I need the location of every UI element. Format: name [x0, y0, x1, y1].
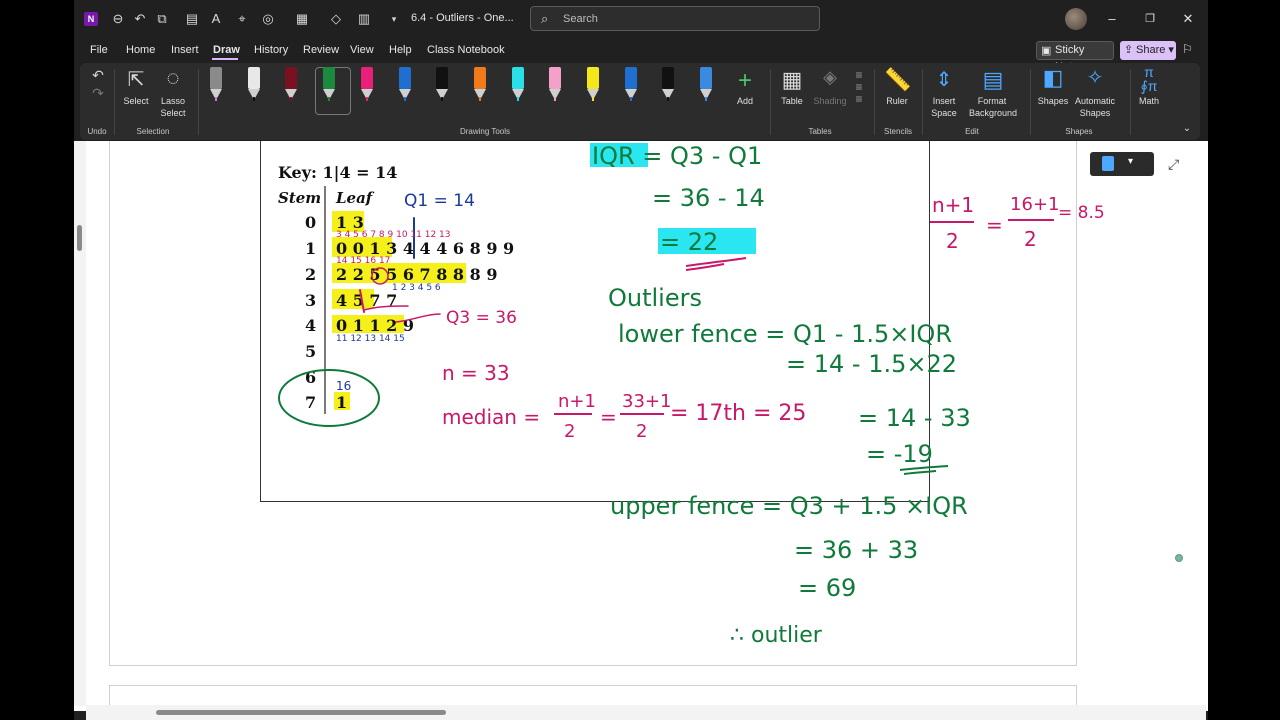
leaf-row-4: 0 1 1 2 9 — [336, 316, 414, 335]
stem-5: 5 — [305, 342, 316, 361]
leaf-row-7: 1 — [336, 393, 347, 412]
outliers-heading: Outliers — [608, 284, 702, 312]
onenote-window: N ⊖ ↶ ⧉ ▤ A ⌖ ◎ ▦ ◇ ▥ ▾ 6.4 - Outliers -… — [74, 0, 1208, 720]
pos-num-1: n+1 — [932, 193, 974, 217]
median-frac1-den: 2 — [564, 421, 575, 442]
svg-text:14 15 16 17: 14 15 16 17 — [336, 256, 390, 266]
lower-fence-result: = -19 — [866, 440, 933, 468]
upper-fence-step-2: = 36 + 33 — [794, 536, 918, 564]
pos-result: = 8.5 — [1058, 203, 1105, 223]
median-work: n = 33 median = n+1 2 = 33+1 2 = 17th = … — [442, 361, 806, 442]
n-value: n = 33 — [442, 361, 510, 385]
median-frac2-den: 2 — [636, 421, 647, 442]
svg-text:=: = — [986, 213, 1003, 237]
iqr-line-1: IQR = Q3 - Q1 — [592, 142, 762, 170]
lower-fence-line: lower fence = Q1 - 1.5×IQR — [618, 320, 952, 348]
median-label: median = — [442, 405, 540, 429]
pos-num-2: 16+1 — [1010, 194, 1059, 215]
therefore-outlier: ∴ outlier — [730, 623, 823, 648]
svg-text:3 4 5 6 7 8 9 10 11 12 13: 3 4 5 6 7 8 9 10 11 12 13 — [336, 230, 451, 240]
median-result: = 17th = 25 — [670, 401, 806, 426]
upper-fence-result: = 69 — [798, 574, 856, 602]
median-frac1-num: n+1 — [558, 391, 596, 412]
stem-3: 3 — [305, 291, 316, 310]
circled-16: 16 — [336, 379, 351, 393]
pos-den-1: 2 — [946, 229, 959, 253]
leaf-row-2: 2 2 5 5 6 7 8 8 8 9 — [336, 265, 497, 284]
stem-1: 1 — [305, 239, 316, 258]
stemplot-key: Key: 1|4 = 14 — [278, 163, 397, 182]
stem-4: 4 — [305, 316, 316, 335]
leaf-header: Leaf — [335, 189, 375, 207]
stem-header: Stem — [278, 189, 321, 207]
lower-fence-step-2: = 14 - 1.5×22 — [786, 350, 957, 378]
stem-7: 7 — [305, 393, 316, 412]
iqr-underline — [685, 257, 747, 271]
upper-fence-line: upper fence = Q3 + 1.5 ×IQR — [610, 492, 968, 520]
svg-text:1 2 3 4 5 6: 1 2 3 4 5 6 — [392, 283, 441, 293]
median-frac2-num: 33+1 — [622, 391, 671, 412]
stem-0: 0 — [305, 213, 316, 232]
outlier-work: Outliers lower fence = Q1 - 1.5×IQR = 14… — [608, 284, 971, 648]
svg-text:11 12 13 14 15: 11 12 13 14 15 — [336, 334, 405, 344]
ink-layer: Key: 1|4 = 14 Stem Leaf 0 1 3 1 0 0 1 3 … — [278, 142, 1105, 648]
iqr-line-3: = 22 — [660, 228, 718, 256]
q1-annotation: Q1 = 14 — [404, 191, 475, 211]
position-work: n+1 2 = 16+1 2 = 8.5 — [930, 193, 1105, 253]
lower-fence-step-3: = 14 - 33 — [858, 404, 971, 432]
svg-text:=: = — [600, 405, 617, 429]
stem-2: 2 — [305, 265, 316, 284]
q3-annotation: Q3 = 36 — [446, 308, 517, 328]
pos-den-2: 2 — [1024, 227, 1037, 251]
iqr-line-2: = 36 - 14 — [652, 184, 765, 212]
